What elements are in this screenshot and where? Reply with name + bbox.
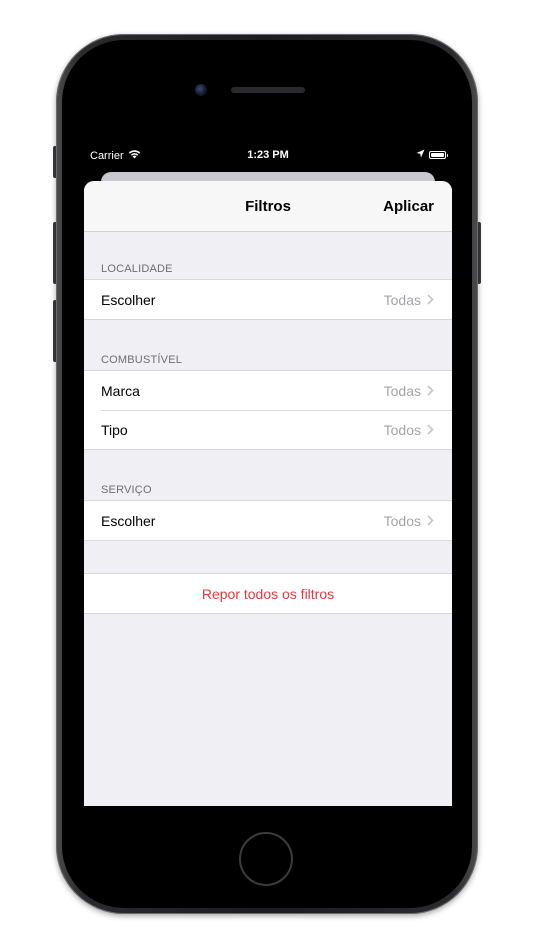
- row-localidade-escolher[interactable]: Escolher Todas: [84, 280, 452, 319]
- row-value: Todas: [383, 291, 421, 308]
- row-value: Todos: [383, 421, 421, 438]
- device-mockup: Carrier 1:23 PM Filtros Aplicar LOCALIDA…: [0, 0, 534, 950]
- row-servico-escolher[interactable]: Escolher Todos: [84, 501, 452, 540]
- section-combustivel: Marca Todas Tipo Todos: [84, 370, 452, 450]
- navigation-bar: Filtros Aplicar: [84, 181, 452, 232]
- status-bar: Carrier 1:23 PM: [84, 146, 452, 166]
- earpiece-speaker: [231, 87, 305, 93]
- row-combustivel-marca[interactable]: Marca Todas: [84, 371, 452, 410]
- row-label: Marca: [101, 382, 140, 399]
- section-localidade: Escolher Todas: [84, 279, 452, 320]
- section-header-combustivel: COMBUSTÍVEL: [101, 354, 183, 366]
- battery-icon: [429, 151, 448, 159]
- row-value: Todas: [383, 382, 421, 399]
- chevron-right-icon: [427, 294, 434, 305]
- section-servico: Escolher Todos: [84, 500, 452, 541]
- filters-sheet: Filtros Aplicar LOCALIDADE Escolher Toda…: [84, 181, 452, 806]
- section-header-servico: SERVIÇO: [101, 484, 152, 496]
- location-arrow-icon: [416, 149, 425, 161]
- row-label: Escolher: [101, 512, 156, 529]
- apply-button[interactable]: Aplicar: [383, 181, 434, 232]
- reset-filters-button[interactable]: Repor todos os filtros: [84, 574, 452, 613]
- row-label: Escolher: [101, 291, 156, 308]
- chevron-right-icon: [427, 385, 434, 396]
- chevron-right-icon: [427, 515, 434, 526]
- section-header-localidade: LOCALIDADE: [101, 263, 173, 275]
- phone-screen: Carrier 1:23 PM Filtros Aplicar LOCALIDA…: [84, 146, 452, 806]
- status-time: 1:23 PM: [247, 149, 289, 161]
- status-indicators: [416, 149, 448, 161]
- row-combustivel-tipo[interactable]: Tipo Todos: [84, 410, 452, 449]
- section-reset: Repor todos os filtros: [84, 573, 452, 614]
- chevron-right-icon: [427, 424, 434, 435]
- row-value: Todos: [383, 512, 421, 529]
- home-button[interactable]: [239, 832, 293, 886]
- row-label: Tipo: [101, 421, 128, 438]
- front-camera: [195, 84, 207, 96]
